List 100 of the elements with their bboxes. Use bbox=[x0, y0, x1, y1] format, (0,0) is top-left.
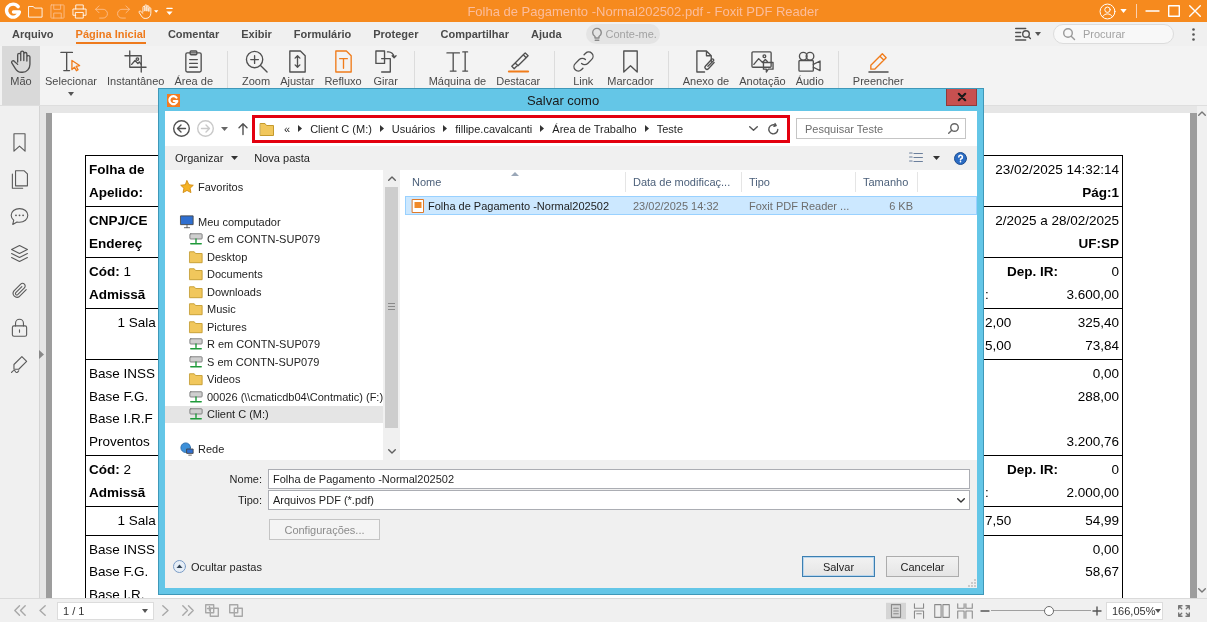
menu-tab[interactable]: Ajuda bbox=[530, 24, 562, 44]
caret-icon[interactable] bbox=[933, 156, 940, 160]
chevron-down-icon[interactable] bbox=[749, 126, 758, 131]
ribbon-button[interactable]: Anotação bbox=[734, 46, 791, 87]
paperclip-icon[interactable] bbox=[10, 281, 29, 300]
expand-arrow-icon[interactable] bbox=[39, 350, 44, 359]
dialog-button[interactable]: Cancelar bbox=[886, 556, 959, 577]
breadcrumb-arrow-icon[interactable] bbox=[298, 125, 303, 132]
ribbon-button[interactable]: Refluxo bbox=[319, 46, 367, 87]
tree-item[interactable]: R em CONTN-SUP079 bbox=[165, 335, 383, 353]
last-page-icon[interactable] bbox=[182, 605, 194, 616]
tree-item[interactable]: Desktop bbox=[165, 248, 383, 266]
tree-item[interactable]: Videos bbox=[165, 370, 383, 388]
tree-item[interactable]: Pictures bbox=[165, 318, 383, 336]
toolbar-options-icon[interactable] bbox=[166, 6, 173, 16]
details-view-icon[interactable] bbox=[909, 152, 923, 164]
menu-tab[interactable]: Formulário bbox=[293, 24, 352, 44]
tree-item[interactable]: Client C (M:) bbox=[165, 405, 383, 423]
scroll-up-icon[interactable] bbox=[1198, 111, 1206, 116]
layers-icon[interactable] bbox=[10, 244, 29, 263]
ribbon-button[interactable]: Link bbox=[564, 46, 603, 87]
ribbon-button[interactable]: Preencher bbox=[847, 46, 909, 87]
ribbon-button[interactable]: Anexo de bbox=[677, 46, 735, 87]
more-icon[interactable] bbox=[1192, 27, 1195, 41]
zoom-out-icon[interactable] bbox=[981, 609, 989, 612]
next-page-icon[interactable] bbox=[162, 605, 169, 616]
ribbon-button[interactable]: Girar bbox=[366, 46, 405, 87]
ribbon-button[interactable]: Máquina de bbox=[423, 46, 492, 87]
print-icon[interactable] bbox=[72, 3, 87, 19]
ribbon-button[interactable]: Área de bbox=[169, 46, 218, 87]
column-header[interactable]: Tamanho bbox=[856, 172, 918, 192]
column-header[interactable]: Tipo bbox=[742, 172, 856, 192]
zoom-field[interactable]: 166,05% bbox=[1106, 601, 1163, 620]
breadcrumb-overflow[interactable]: « bbox=[281, 122, 294, 135]
ribbon-button[interactable]: Instantâneo bbox=[102, 46, 170, 87]
folder-icon[interactable] bbox=[28, 3, 43, 19]
lock-icon[interactable] bbox=[10, 318, 29, 337]
menu-tab[interactable]: Comentar bbox=[167, 24, 220, 44]
ribbon-button[interactable]: Marcador bbox=[602, 46, 659, 87]
tree-item[interactable]: C em CONTN-SUP079 bbox=[165, 230, 383, 248]
tree-item[interactable]: Meu computador bbox=[165, 213, 383, 231]
tree-item[interactable]: 00026 (\\cmaticdb04\Contmatic) (F:) bbox=[165, 388, 383, 406]
pages-icon[interactable] bbox=[10, 170, 29, 189]
tree-item[interactable]: Favoritos bbox=[165, 178, 383, 196]
column-header[interactable]: Nome bbox=[405, 172, 626, 192]
caret-icon[interactable] bbox=[221, 126, 228, 131]
comment-icon[interactable] bbox=[10, 207, 29, 226]
maximize-icon[interactable] bbox=[1168, 5, 1180, 17]
refresh-icon[interactable] bbox=[768, 122, 779, 135]
breadcrumb[interactable]: Client C (M:) bbox=[307, 122, 375, 135]
breadcrumb[interactable]: Usuários bbox=[388, 122, 439, 135]
filename-field[interactable]: Folha de Pagamento -Normal202502 bbox=[268, 469, 970, 489]
ribbon-button[interactable]: Destacar bbox=[491, 46, 546, 87]
up-arrow-icon[interactable] bbox=[238, 122, 248, 135]
file-type-dropdown[interactable]: Arquivos PDF (*.pdf) bbox=[268, 490, 970, 510]
menu-tab[interactable]: Exibir bbox=[241, 24, 272, 44]
tree-item[interactable]: Rede bbox=[165, 440, 383, 458]
close-icon[interactable] bbox=[1189, 5, 1201, 17]
ribbon-button[interactable]: Mão bbox=[2, 46, 40, 105]
ribbon-button[interactable]: Ajustar bbox=[275, 46, 320, 87]
file-row[interactable]: Folha de Pagamento -Normal202502 23/02/2025 14:32 Foxit PDF Reader ... 6 KB bbox=[405, 196, 977, 215]
hide-folders-button[interactable]: Ocultar pastas bbox=[173, 560, 262, 573]
close-button[interactable] bbox=[946, 89, 977, 106]
menu-tab[interactable]: Arquivo bbox=[12, 24, 54, 44]
hand-dropdown-icon[interactable] bbox=[138, 3, 159, 19]
search-field[interactable]: Pesquisar Teste bbox=[796, 118, 966, 139]
breadcrumb[interactable]: Teste bbox=[653, 122, 686, 135]
fullscreen-icon[interactable] bbox=[1178, 604, 1190, 617]
toolbar-button[interactable]: Organizar bbox=[170, 147, 244, 169]
menu-tab[interactable]: Compartilhar bbox=[440, 24, 509, 44]
column-header[interactable]: Data de modificaç... bbox=[626, 172, 742, 192]
toolbar-button[interactable]: Nova pasta bbox=[249, 147, 315, 169]
breadcrumb-arrow-icon[interactable] bbox=[644, 125, 649, 132]
ribbon-button[interactable]: Áudio bbox=[790, 46, 829, 87]
page-copy-icon[interactable] bbox=[205, 604, 219, 617]
help-icon[interactable] bbox=[954, 151, 967, 165]
breadcrumb-arrow-icon[interactable] bbox=[443, 125, 448, 132]
tree-item[interactable]: Music bbox=[165, 300, 383, 318]
facing-pages-icon[interactable] bbox=[932, 601, 952, 620]
ribbon-button[interactable]: Selecionar bbox=[40, 46, 102, 100]
back-icon[interactable] bbox=[173, 120, 190, 137]
slider-thumb[interactable] bbox=[1044, 605, 1054, 616]
caret-icon[interactable] bbox=[1035, 32, 1041, 36]
single-page-icon[interactable] bbox=[886, 601, 906, 620]
menu-tab[interactable]: Proteger bbox=[373, 24, 419, 44]
scroll-down-icon[interactable] bbox=[387, 449, 396, 454]
first-page-icon[interactable] bbox=[14, 605, 26, 616]
breadcrumb[interactable]: Área de Trabalho bbox=[549, 122, 640, 135]
page-number-field[interactable]: 1 / 1 bbox=[57, 601, 154, 620]
resize-grip-icon[interactable] bbox=[968, 579, 976, 587]
tree-item[interactable]: S em CONTN-SUP079 bbox=[165, 353, 383, 371]
address-bar[interactable]: « Client C (M:) Usuários fillipe.cavalcanti Área de Trabalho Teste bbox=[252, 114, 790, 143]
continuous-facing-icon[interactable] bbox=[955, 601, 975, 620]
scroll-thumb[interactable] bbox=[385, 187, 398, 428]
previous-page-icon[interactable] bbox=[39, 605, 46, 616]
tree-item[interactable]: Documents bbox=[165, 265, 383, 283]
breadcrumb[interactable]: fillipe.cavalcanti bbox=[452, 122, 536, 135]
zoom-in-icon[interactable] bbox=[1093, 606, 1101, 615]
search-list-icon[interactable] bbox=[1015, 27, 1031, 41]
dialog-button[interactable]: Salvar bbox=[802, 556, 875, 577]
